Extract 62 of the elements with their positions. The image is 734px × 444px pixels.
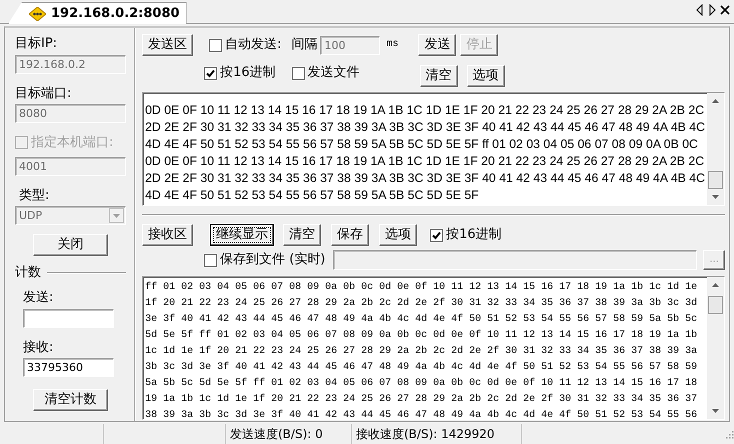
hex-display-label: 按16进制	[446, 227, 502, 243]
save-to-file-label: 保存到文件 (实时)	[220, 252, 326, 268]
local-port-label: 指定本机端口:	[31, 135, 114, 151]
send-button[interactable]: 发送	[418, 34, 456, 56]
receive-area-button[interactable]: 接收区	[142, 224, 194, 246]
hex-line: 5d 5e 5f ff 01 02 03 04 05 06 07 08 09 0a 0b 0c 0d 0e 0f 10 11 12 13 14 15 16 17 18 19 1a 1b	[145, 328, 698, 343]
target-port-label: 目标端口:	[15, 86, 72, 102]
diamond-icon	[29, 6, 46, 20]
save-button[interactable]: 保存	[331, 224, 370, 246]
hex-line: 19 1a 1b 1c 1d 1e 1f 20 21 22 23 24 25 26 27 28 29 2a 2b 2c 2d 2e 2f 30 31 32 33 34 35 36 37	[145, 392, 698, 407]
clear-send-button[interactable]: 清空	[420, 65, 458, 87]
scroll-right-icon[interactable]	[708, 4, 716, 16]
scroll-left-icon[interactable]	[696, 4, 704, 16]
auto-send-label: 自动发送:	[225, 37, 282, 53]
hex-line: 1f 20 21 22 23 24 25 26 27 28 29 2a 2b 2c 2d 2e 2f 30 31 32 33 34 35 36 37 38 39 3a 3b 3c 3d	[145, 296, 698, 311]
hex-line: 5a 5b 5c 5d 5e 5f ff 01 02 03 04 05 06 07 08 09 0a 0b 0c 0d 0e 0f 10 11 12 13 14 15 16 17 18	[145, 376, 698, 391]
receive-text-area[interactable]	[142, 276, 725, 420]
received-count-label: 接收:	[22, 340, 54, 356]
send-area-button[interactable]: 发送区	[142, 34, 194, 56]
received-count-field[interactable]: 33795360	[23, 358, 114, 378]
send-speed-text: 发送速度(B/S): 0	[230, 426, 323, 442]
hex-line: 2D 2E 2F 30 31 32 33 34 35 36 37 38 39 3A 3B 3C 3D 3E 3F 40 41 42 43 44 45 46 47 48 49 4A 4B 4C	[145, 170, 705, 187]
connection-tab[interactable]: 192.168.0.2:8080	[8, 2, 187, 24]
receive-speed-text: 接收速度(B/S): 1429920	[356, 426, 495, 442]
interval-label: 间隔	[291, 37, 318, 53]
hex-line: 0D 0E 0F 10 11 12 13 14 15 16 17 18 19 1A 1B 1C 1D 1E 1F 20 21 22 23 24 25 26 27 28 29 2A 2B 2C	[145, 153, 705, 170]
type-label: 类型:	[18, 188, 50, 204]
close-connection-button[interactable]: 关闭	[33, 234, 108, 256]
hex-line: 38 39 3a 3b 3c 3d 3e 3f 40 41 42 43 44 45 46 47 48 49 4a 4b 4c 4d 4e 4f 50 51 52 53 54 55 56	[145, 408, 698, 419]
sent-count-field[interactable]	[23, 308, 114, 328]
hex-line: 1c 1d 1e 1f 20 21 22 23 24 25 26 27 28 29 2a 2b 2c 2d 2e 2f 30 31 32 33 34 35 36 37 38 39 3a	[145, 344, 698, 359]
hex-line: 2D 2E 2F 30 31 32 33 34 35 36 37 38 39 3A 3B 3C 3D 3E 3F 40 41 42 43 44 45 46 47 48 49 4A 4B 4C	[145, 119, 705, 136]
hex-send-label: 按16进制	[220, 65, 276, 81]
close-icon[interactable]	[720, 4, 730, 16]
checkbox[interactable]	[292, 66, 305, 80]
hex-line: ff 01 02 03 04 05 06 07 08 09 0a 0b 0c 0d 0e 0f 10 11 12 13 14 15 16 17 18 19 1a 1b 1c 1d 1e	[145, 280, 698, 295]
receive-options-button[interactable]: 选项	[379, 224, 418, 246]
hex-line: 4D 4E 4F 50 51 52 53 54 55 56 57 58 59 5A 5B 5C 5D 5E 5F ff 01 02 03 04 05 06 07 08 09 0A 0B 0C	[145, 136, 699, 153]
checkbox[interactable]	[430, 228, 444, 242]
continue-display-button[interactable]: 继续显示	[210, 224, 274, 246]
scrollbar-thumb[interactable]	[708, 171, 723, 189]
resize-grip-icon	[724, 429, 734, 439]
scrollbar[interactable]	[707, 277, 724, 419]
checkbox[interactable]	[204, 254, 218, 266]
hex-line: 0D 0E 0F 10 11 12 13 14 15 16 17 18 19 1A 1B 1C 1D 1E 1F 20 21 22 23 24 25 26 27 28 29 2A 2B 2C	[145, 102, 705, 119]
send-text-area[interactable]	[142, 92, 725, 206]
send-file-label: 发送文件	[308, 65, 360, 81]
sent-count-label: 发送:	[22, 290, 54, 306]
hex-line: 4D 4E 4F 50 51 52 53 54 55 56 57 58 59 5A 5B 5C 5D 5E 5F	[145, 187, 480, 204]
target-ip-label: 目标IP:	[15, 36, 58, 52]
checkbox[interactable]	[209, 38, 222, 52]
checkbox[interactable]	[204, 66, 218, 80]
hex-line: 3e 3f 40 41 42 43 44 45 46 47 48 49 4a 4b 4c 4d 4e 4f 50 51 52 53 54 55 56 57 58 59 5a 5b 5c	[145, 312, 698, 327]
scrollbar-thumb[interactable]	[708, 296, 723, 314]
scrollbar[interactable]	[707, 93, 724, 205]
send-options-button[interactable]: 选项	[466, 65, 505, 87]
interval-unit: ms	[386, 39, 398, 51]
hex-line: 3b 3c 3d 3e 3f 40 41 42 43 44 45 46 47 48 49 4a 4b 4c 4d 4e 4f 50 51 52 53 54 55 56 57 58 59	[145, 360, 698, 375]
counter-title: 计数	[15, 265, 41, 281]
file-path-field[interactable]	[333, 250, 698, 270]
clear-receive-button[interactable]: 清空	[283, 224, 322, 246]
clear-count-button[interactable]: 清空计数	[33, 389, 108, 412]
